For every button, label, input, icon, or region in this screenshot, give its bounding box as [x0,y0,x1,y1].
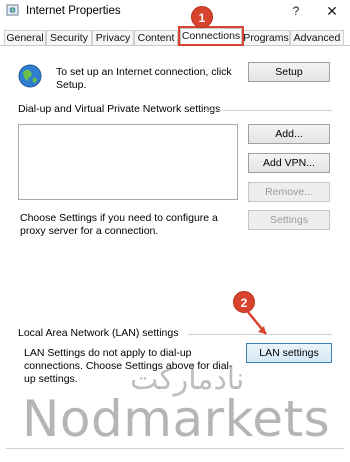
watermark-english: Nodmarkets [22,390,331,448]
remove-button[interactable]: Remove... [248,182,330,202]
dialup-group-divider [204,110,332,111]
tab-security[interactable]: Security [46,30,92,46]
settings-button[interactable]: Settings [248,210,330,230]
lan-settings-button[interactable]: LAN settings [246,343,332,363]
tab-programs[interactable]: Programs [242,30,290,46]
window-title: Internet Properties [26,5,121,17]
tab-strip: General Security Privacy Content Connect… [0,28,350,46]
bottom-divider [6,448,344,449]
close-button[interactable]: ✕ [323,3,341,19]
connections-highlight [178,26,244,46]
tab-content[interactable]: Content [134,30,178,46]
setup-description: To set up an Internet connection, click … [56,66,232,91]
setup-button[interactable]: Setup [248,62,330,82]
arrow-down-icon [247,311,267,335]
internet-options-icon [6,4,19,16]
dialup-group-heading: Dial-up and Virtual Private Network sett… [18,103,221,115]
tab-advanced[interactable]: Advanced [290,30,344,46]
add-button[interactable]: Add... [248,124,330,144]
tab-general[interactable]: General [4,30,46,46]
add-vpn-button[interactable]: Add VPN... [248,153,330,173]
connection-list[interactable] [18,124,238,200]
help-button[interactable]: ? [287,3,305,19]
tab-privacy[interactable]: Privacy [92,30,134,46]
step-1-badge: 1 [191,6,213,28]
tab-divider [0,45,350,46]
title-bar: Internet Properties ? ✕ [0,0,350,24]
globe-icon [18,64,42,88]
proxy-description: Choose Settings if you need to configure… [20,212,218,237]
lan-group-heading: Local Area Network (LAN) settings [18,327,179,339]
